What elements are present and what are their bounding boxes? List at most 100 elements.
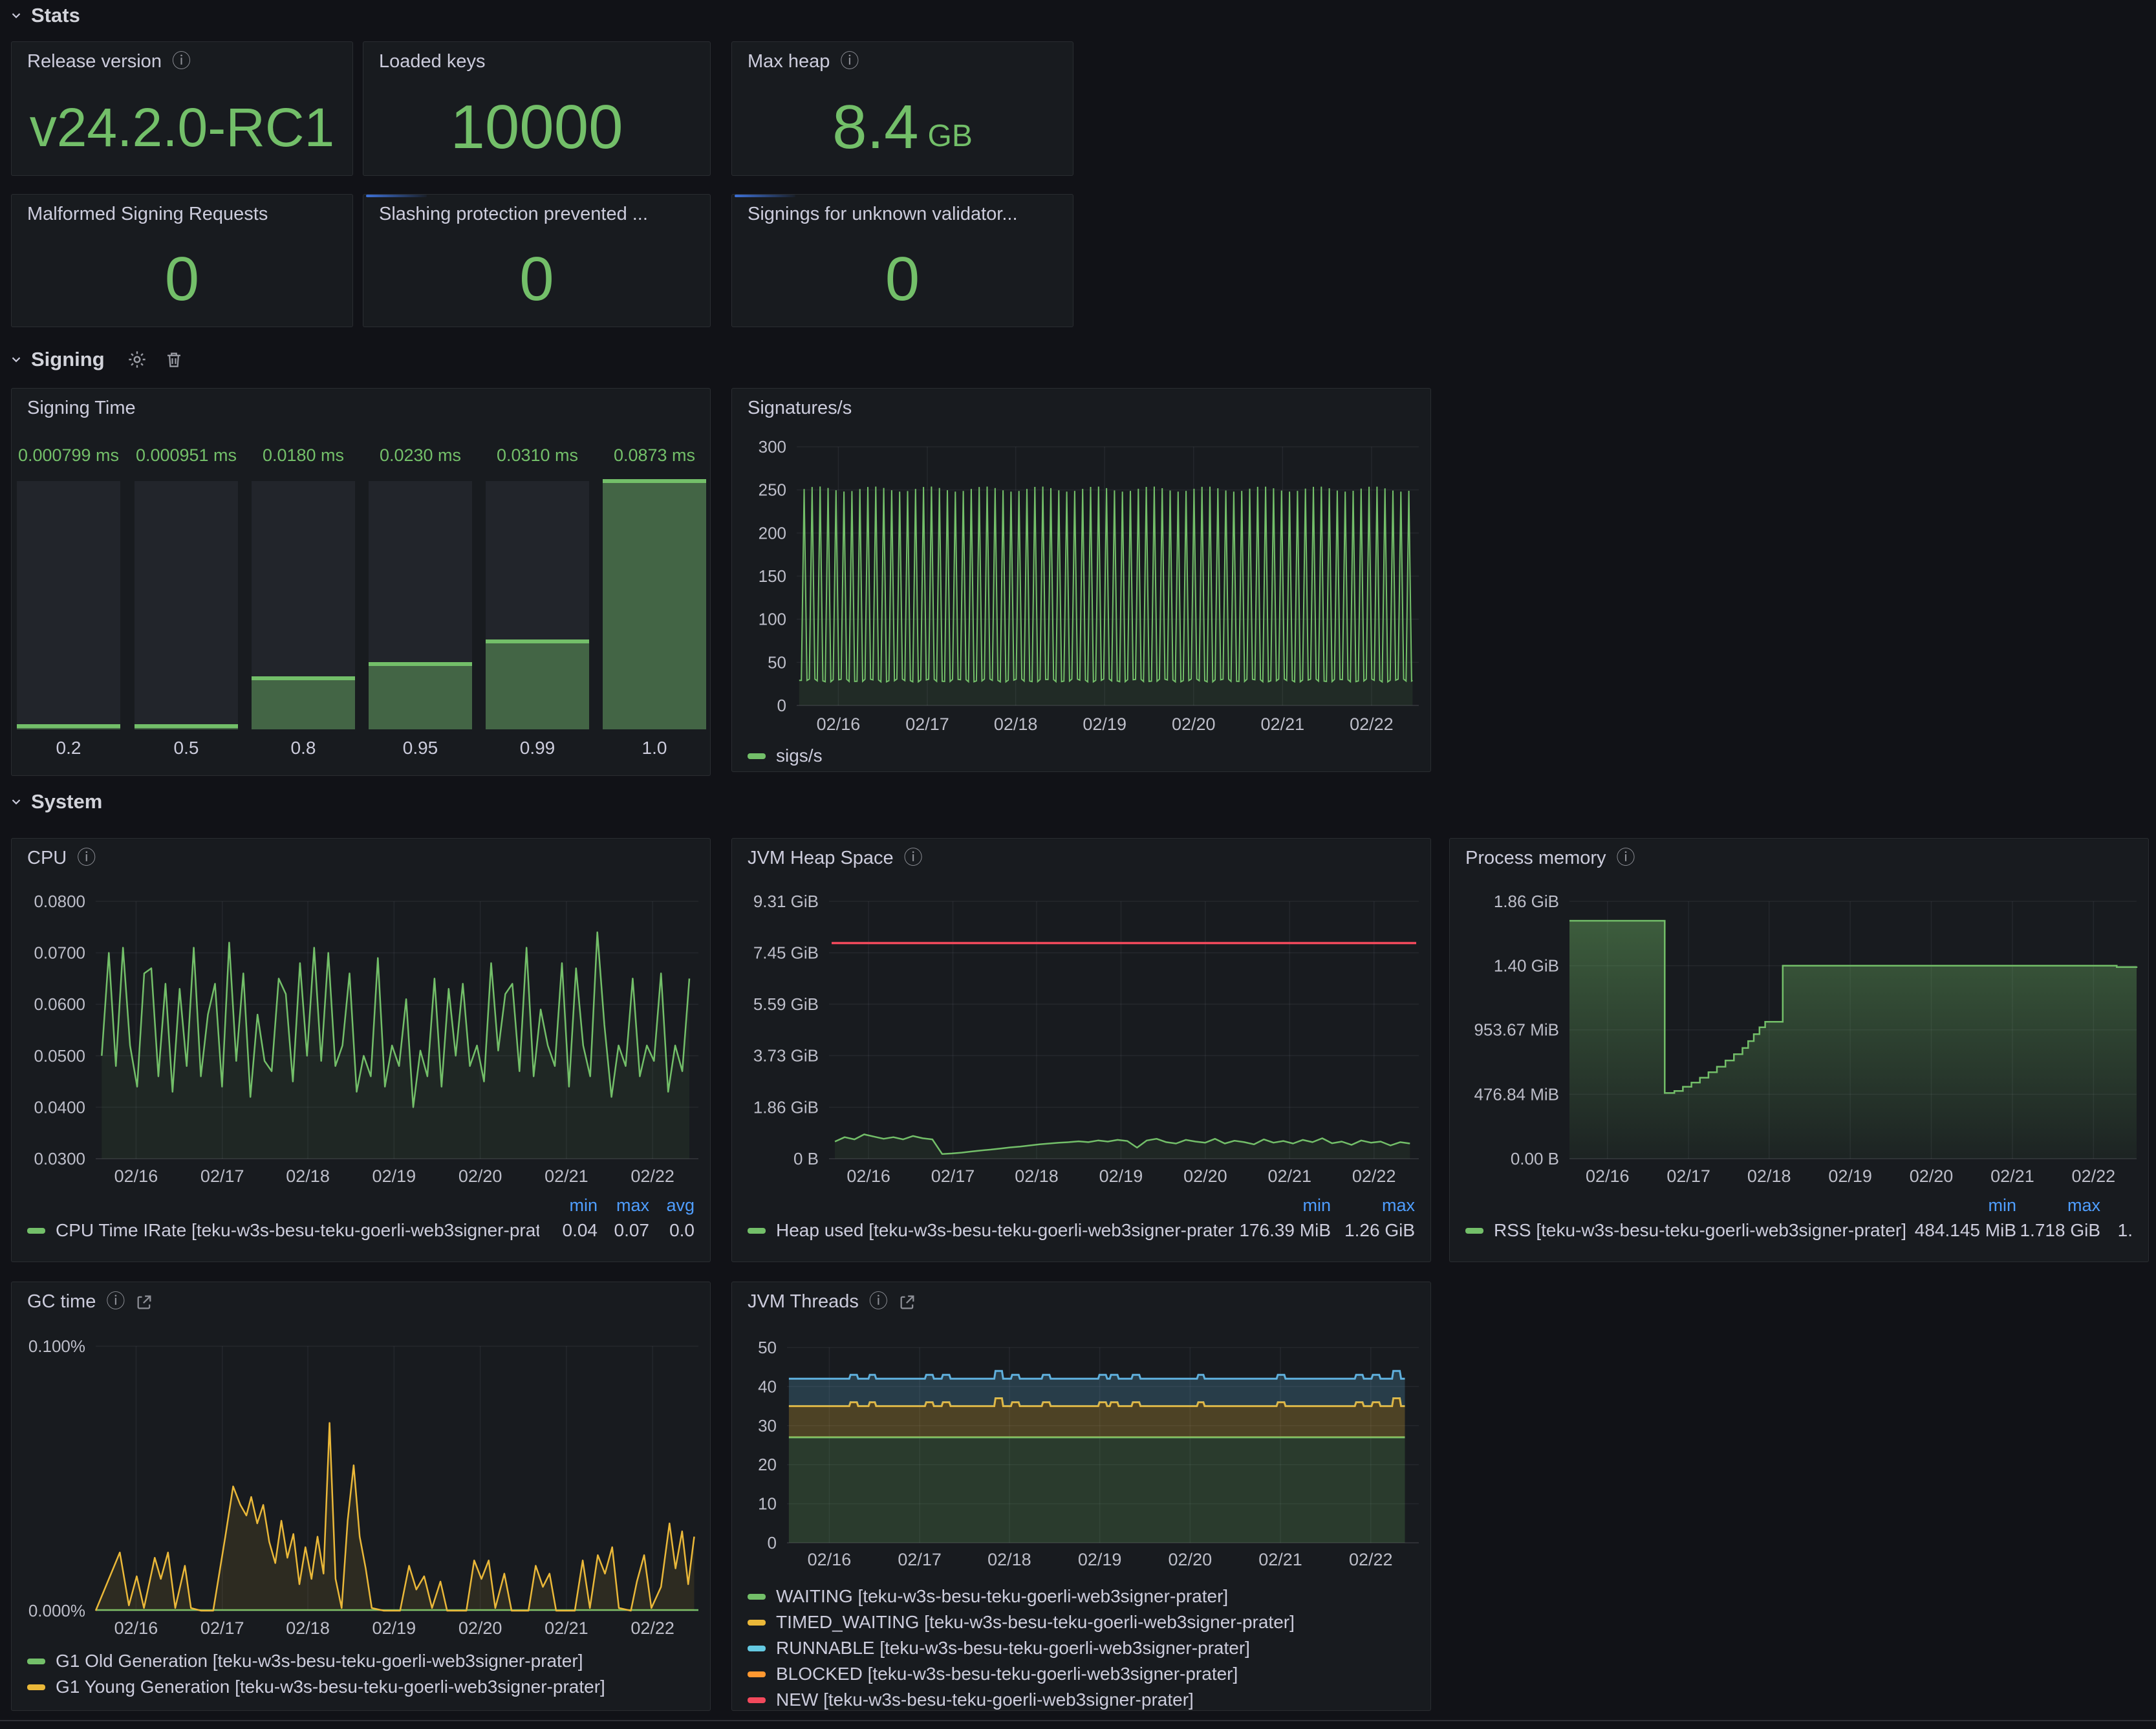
legend-series-label[interactable]: Heap used [teku-w3s-besu-teku-goerli-web… [748, 1220, 1234, 1241]
x-tick-label: 02/22 [1349, 1550, 1393, 1569]
legend-series-label[interactable]: NEW [teku-w3s-besu-teku-goerli-web3signe… [748, 1690, 1415, 1710]
chevron-down-icon [9, 795, 23, 809]
loaded-keys-title[interactable]: Loaded keys [379, 51, 485, 72]
y-tick-label: 0 [768, 1533, 777, 1552]
y-tick-label: 0.000% [28, 1601, 85, 1620]
legend-series-label[interactable]: WAITING [teku-w3s-besu-teku-goerli-web3s… [748, 1586, 1415, 1607]
section-stats[interactable]: Stats [9, 1, 80, 30]
signatures-legend: sigs/s [748, 743, 1415, 769]
x-tick-label: 02/18 [286, 1166, 330, 1186]
gauge-column-p0.5: 0.000951 ms0.5 [135, 389, 238, 776]
slashing-prevented-title[interactable]: Slashing protection prevented ... [379, 204, 648, 225]
section-system[interactable]: System [9, 788, 102, 816]
gauge-fill-cap [135, 724, 238, 728]
info-icon[interactable]: ⓘ [869, 1293, 888, 1311]
gc-time-title[interactable]: GC time ⓘ [27, 1291, 153, 1313]
x-tick-label: 02/21 [544, 1618, 588, 1638]
y-tick-label: 0.0800 [34, 892, 85, 911]
x-tick-label: 02/22 [631, 1166, 674, 1186]
x-tick-label: 02/17 [200, 1618, 244, 1638]
chevron-down-icon [9, 352, 23, 367]
release-version-title[interactable]: Release version ⓘ [27, 51, 191, 72]
panel-title-text: Signings for unknown validator... [748, 204, 1018, 225]
legend-calc-headers: minmaxavg [27, 1193, 695, 1218]
legend-header-max[interactable]: max [598, 1196, 649, 1216]
trash-icon[interactable] [164, 350, 184, 369]
legend-series-label[interactable]: BLOCKED [teku-w3s-besu-teku-goerli-web3s… [748, 1664, 1415, 1684]
panel-title-text: Signatures/s [748, 398, 852, 419]
legend-label-text: TIMED_WAITING [teku-w3s-besu-teku-goerli… [776, 1612, 1295, 1633]
gauge-fill [252, 678, 355, 729]
slashing-prevented-panel: Slashing protection prevented ... 0 [363, 194, 711, 327]
signatures-title[interactable]: Signatures/s [748, 398, 852, 419]
legend-series-label[interactable]: sigs/s [748, 746, 1415, 766]
signing-time-title[interactable]: Signing Time [27, 398, 136, 419]
malformed-requests-title[interactable]: Malformed Signing Requests [27, 204, 268, 225]
x-tick-label: 02/19 [1099, 1166, 1143, 1186]
legend-series-label[interactable]: G1 Young Generation [teku-w3s-besu-teku-… [27, 1677, 695, 1697]
series-area [799, 486, 1413, 705]
legend-series-label[interactable]: RSS [teku-w3s-besu-teku-goerli-web3signe… [1465, 1220, 1906, 1241]
info-icon[interactable]: ⓘ [840, 52, 859, 71]
max-heap-panel: Max heap ⓘ 8.4 GB [731, 41, 1073, 176]
legend-swatch [748, 1620, 766, 1626]
legend-header-min[interactable]: min [539, 1196, 598, 1216]
legend-series-label[interactable]: G1 Old Generation [teku-w3s-besu-teku-go… [27, 1651, 695, 1671]
cpu-legend: CPU Time IRate [teku-w3s-besu-teku-goerl… [27, 1218, 695, 1243]
info-icon[interactable]: ⓘ [172, 52, 191, 71]
x-tick-label: 02/17 [905, 714, 949, 734]
panel-title-text: Release version [27, 51, 162, 72]
x-tick-label: 02/22 [1352, 1166, 1396, 1186]
info-icon[interactable]: ⓘ [106, 1293, 125, 1311]
legend-header-max[interactable]: max [2016, 1196, 2100, 1216]
jvm-heap-panel: JVM Heap Space ⓘ 9.31 GiB7.45 GiB5.59 Gi… [731, 838, 1431, 1262]
max-heap-title[interactable]: Max heap ⓘ [748, 51, 859, 72]
cpu-title[interactable]: CPU ⓘ [27, 848, 96, 869]
gear-icon[interactable] [127, 349, 147, 370]
unknown-validator-title[interactable]: Signings for unknown validator... [748, 204, 1018, 225]
series-area [96, 1423, 695, 1611]
gauge-fill-cap [603, 479, 706, 483]
section-signing[interactable]: Signing [9, 345, 184, 374]
legend-header-max[interactable]: max [1331, 1196, 1415, 1216]
legend-row: G1 Old Generation [teku-w3s-besu-teku-go… [27, 1648, 695, 1674]
loaded-keys-value: 10000 [363, 80, 710, 175]
jvm-heap-title[interactable]: JVM Heap Space ⓘ [748, 848, 923, 869]
runnable-area [789, 1371, 1405, 1406]
gauge-column-p0.95: 0.0230 ms0.95 [369, 389, 472, 776]
info-icon[interactable]: ⓘ [77, 849, 96, 868]
y-tick-label: 5.59 GiB [753, 994, 819, 1014]
jvm-threads-title[interactable]: JVM Threads ⓘ [748, 1291, 916, 1313]
x-tick-label: 02/19 [372, 1618, 416, 1638]
process-memory-title[interactable]: Process memory ⓘ [1465, 848, 1635, 869]
legend-series-label[interactable]: CPU Time IRate [teku-w3s-besu-teku-goerl… [27, 1220, 539, 1241]
info-icon[interactable]: ⓘ [904, 849, 923, 868]
chevron-down-icon [9, 8, 23, 23]
legend-header-min[interactable]: min [1906, 1196, 2016, 1216]
legend-header-avg[interactable]: avg [649, 1196, 695, 1216]
gauge-percentile-label: 1.0 [603, 738, 706, 758]
external-link-icon[interactable] [135, 1293, 153, 1311]
legend-row: BLOCKED [teku-w3s-besu-teku-goerli-web3s… [748, 1661, 1415, 1687]
y-tick-label: 200 [759, 523, 786, 542]
info-icon[interactable]: ⓘ [1617, 849, 1635, 868]
runnable-line [789, 1371, 1405, 1379]
loading-indicator [366, 195, 427, 197]
external-link-icon[interactable] [898, 1293, 916, 1311]
gauge-column-p0.2: 0.000799 ms0.2 [17, 389, 120, 776]
gauge-value: 0.0873 ms [603, 446, 706, 466]
legend-calc-headers: minmax [1465, 1193, 2133, 1218]
x-tick-label: 02/18 [994, 714, 1038, 734]
legend-header-min[interactable]: min [1234, 1196, 1331, 1216]
rss-line [1569, 921, 2137, 1093]
gauge-bar [135, 481, 238, 729]
gauge-fill-cap [486, 639, 589, 643]
y-tick-label: 10 [758, 1494, 777, 1514]
legend-series-label[interactable]: RUNNABLE [teku-w3s-besu-teku-goerli-web3… [748, 1638, 1415, 1659]
rss-legend: RSS [teku-w3s-besu-teku-goerli-web3signe… [1465, 1218, 2133, 1243]
section-stats-label: Stats [31, 4, 80, 27]
legend-series-label[interactable]: TIMED_WAITING [teku-w3s-besu-teku-goerli… [748, 1612, 1415, 1633]
max-heap-unit: GB [928, 102, 973, 154]
gauge-value: 0.0230 ms [369, 446, 472, 466]
legend-label-text: RSS [teku-w3s-besu-teku-goerli-web3signe… [1494, 1220, 1906, 1241]
